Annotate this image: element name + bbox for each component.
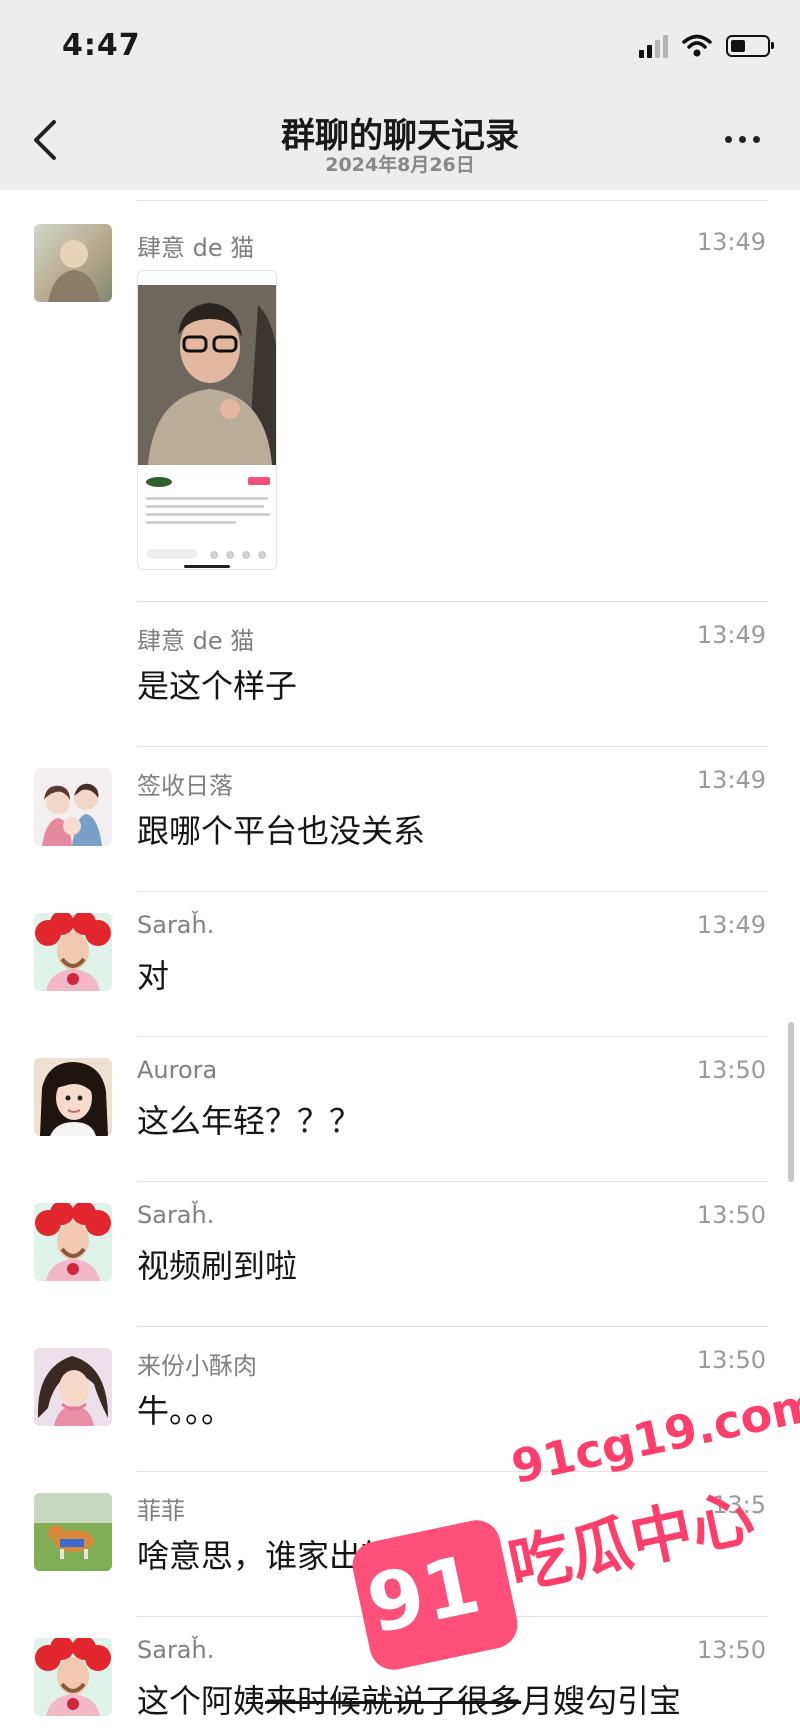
sender-name: 肆意 de 猫: [137, 234, 255, 262]
message-text: 是这个样子: [137, 667, 298, 705]
message-time: 13:49: [696, 911, 766, 939]
chat-history-list[interactable]: 肆意 de 猫 13:49 肆意 de 猫 13:49 是这个样子 签收日落 1…: [0, 190, 800, 1732]
cellular-signal-icon: [639, 34, 668, 58]
message-time: 13:49: [696, 228, 766, 256]
scrollbar[interactable]: [788, 1022, 794, 1182]
divider: [137, 601, 768, 602]
message-time: 13:50: [696, 1346, 766, 1374]
sender-name: Saraȟ.: [137, 911, 215, 939]
message-text-part: 这个阿姨: [137, 1682, 266, 1720]
message-text: 对: [137, 957, 170, 995]
avatar[interactable]: [34, 1638, 112, 1716]
avatar[interactable]: [34, 1058, 112, 1136]
message-text: 这个阿姨来时候就说了很多月嫂勾引宝: [137, 1676, 681, 1722]
divider: [137, 1616, 768, 1617]
divider: [137, 1181, 768, 1182]
avatar[interactable]: [34, 913, 112, 991]
avatar[interactable]: [34, 224, 112, 302]
message-time: 13:5: [712, 1491, 766, 1519]
avatar[interactable]: [34, 1348, 112, 1426]
sender-name: 肆意 de 猫: [137, 627, 255, 655]
divider: [137, 1036, 768, 1037]
message-time: 13:49: [696, 621, 766, 649]
video-frame: [138, 285, 276, 465]
sender-name: 签收日落: [137, 772, 233, 800]
more-options-icon[interactable]: [725, 136, 760, 143]
message-time: 13:50: [696, 1056, 766, 1084]
message-text: 牛。。。: [137, 1392, 234, 1430]
avatar[interactable]: [34, 768, 112, 846]
avatar[interactable]: [34, 1493, 112, 1571]
sender-name: Aurora: [137, 1056, 218, 1084]
sender-name: 菲菲: [137, 1497, 185, 1525]
sender-name: Saraȟ.: [137, 1201, 215, 1229]
video-screenshot-image[interactable]: [137, 270, 277, 570]
avatar[interactable]: [34, 1203, 112, 1281]
message-text-part: 月嫂勾引宝: [521, 1682, 682, 1720]
message-text: 这么年轻？？？: [137, 1102, 362, 1140]
message-text: 视频刷到啦: [137, 1247, 298, 1285]
message-time: 13:50: [696, 1201, 766, 1229]
sender-name: Saraȟ.: [137, 1636, 215, 1664]
divider: [137, 891, 768, 892]
divider: [137, 1471, 768, 1472]
header-bar: 4:47 群聊的聊天记录 2024年8月26日: [0, 0, 800, 190]
status-time: 4:47: [62, 28, 141, 63]
message-text: 啥意思，谁家出轨月嫂了: [137, 1537, 490, 1575]
message-text-struck: 来时候就说了很多: [265, 1682, 522, 1720]
divider: [137, 746, 768, 747]
status-icons: [639, 34, 774, 58]
battery-icon: [726, 35, 774, 57]
message-text: 跟哪个平台也没关系: [137, 812, 426, 850]
page-subtitle-date: 2024年8月26日: [325, 154, 475, 176]
sender-name: 来份小酥肉: [137, 1352, 257, 1380]
divider: [137, 200, 768, 201]
divider: [137, 1326, 768, 1327]
message-time: 13:50: [696, 1636, 766, 1664]
wifi-icon: [682, 34, 712, 57]
message-time: 13:49: [696, 766, 766, 794]
